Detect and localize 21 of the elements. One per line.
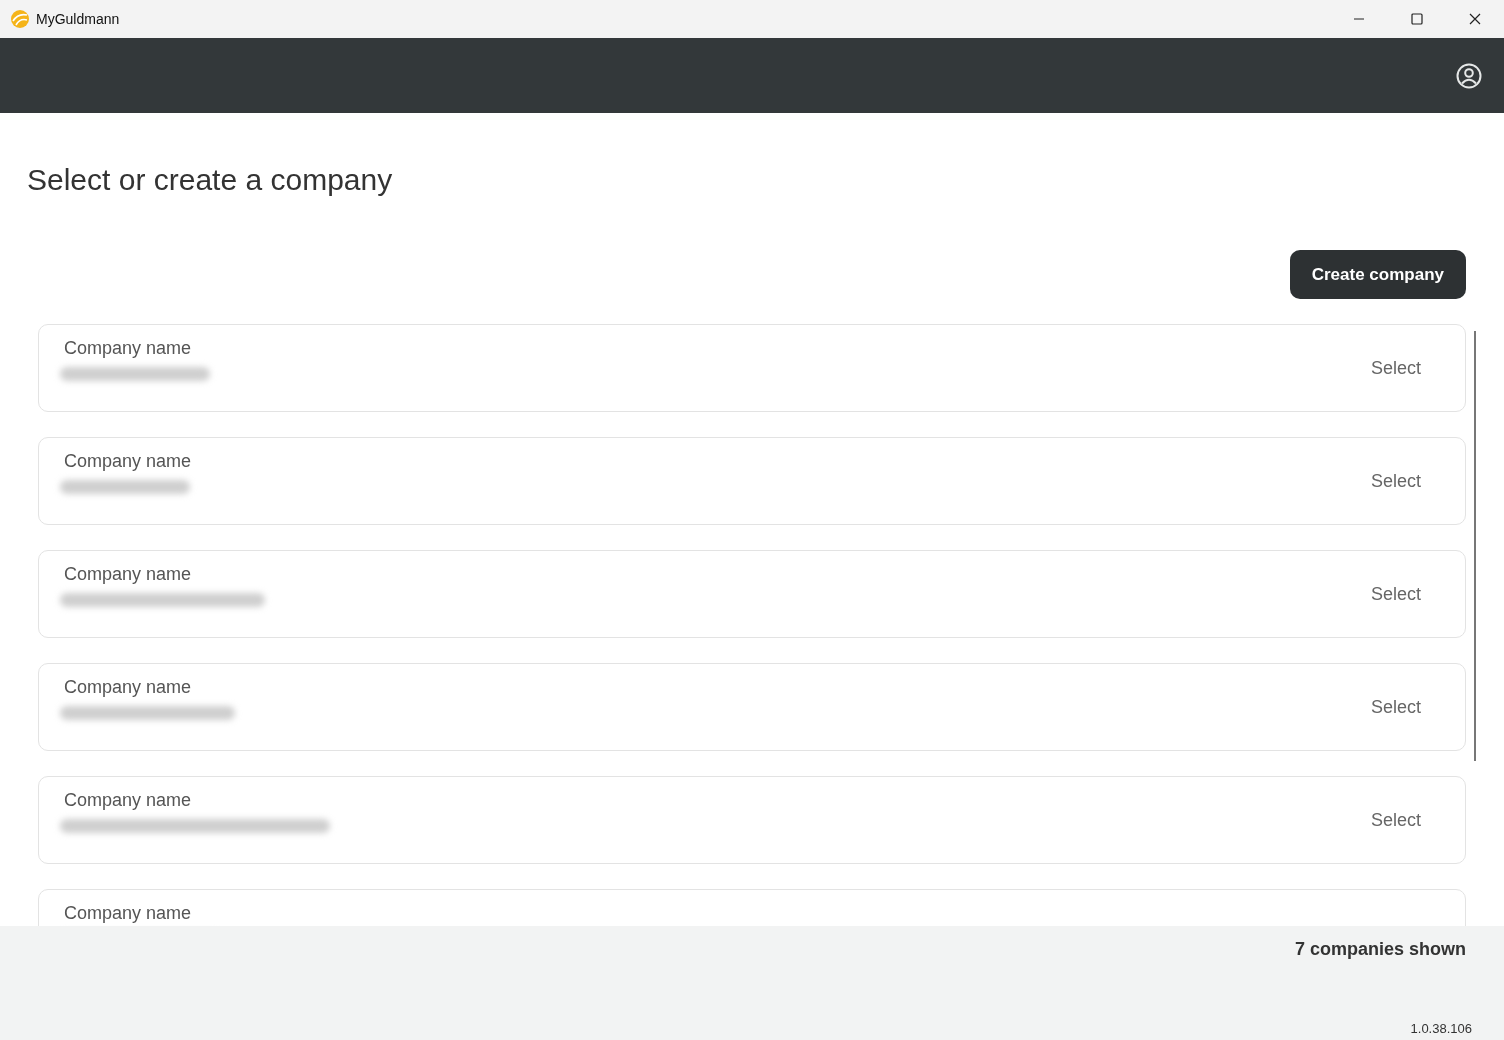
select-button[interactable]: Select [1370, 809, 1421, 831]
company-name-label: Company name [64, 677, 193, 698]
create-company-button[interactable]: Create company [1289, 250, 1466, 299]
select-button[interactable]: Select [1370, 696, 1421, 718]
company-name-label: Company name [64, 790, 193, 811]
select-button[interactable]: Select [1370, 357, 1421, 379]
user-profile-icon[interactable] [1456, 62, 1482, 89]
maximize-icon[interactable] [1411, 13, 1423, 25]
scrollbar[interactable] [1474, 331, 1476, 761]
company-name-label: Company name [64, 903, 193, 924]
company-name-label: Company name [64, 564, 193, 585]
app-logo-icon [10, 9, 30, 29]
window-title: MyGuldmann [36, 11, 120, 27]
select-button[interactable]: Select [1370, 583, 1421, 605]
close-icon[interactable] [1469, 13, 1481, 25]
version-label: 1.0.38.106 [1410, 1021, 1472, 1036]
companies-count: 7 companies shown [1294, 939, 1466, 960]
select-button[interactable]: Select [1370, 470, 1421, 492]
page-heading: Select or create a company [27, 163, 394, 198]
company-name-label: Company name [64, 338, 193, 359]
company-name-label: Company name [64, 451, 192, 472]
